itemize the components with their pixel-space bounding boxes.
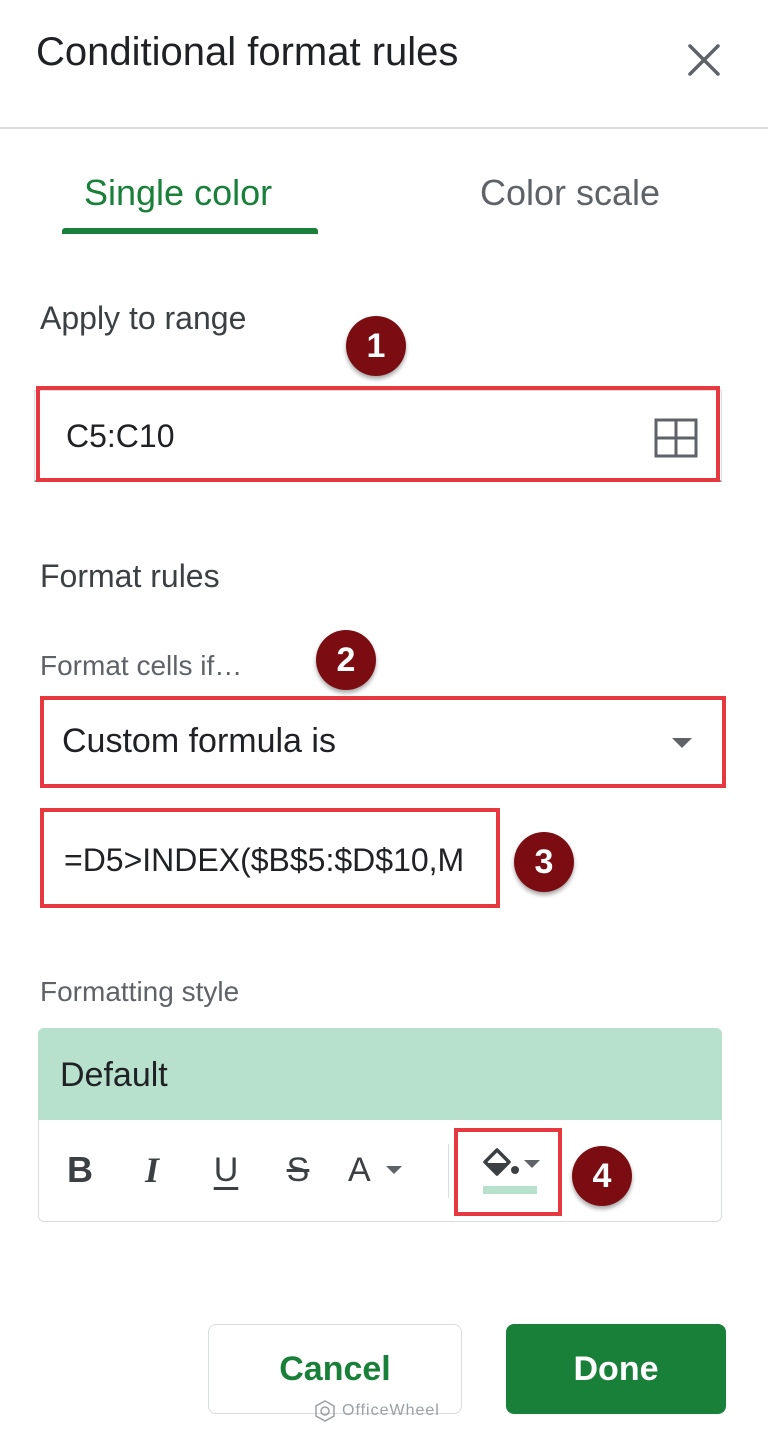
close-icon: [688, 44, 720, 76]
highlight-box-4: [454, 1128, 562, 1216]
header-divider: [0, 127, 768, 129]
chevron-down-icon: [385, 1166, 402, 1174]
text-color-button[interactable]: A: [348, 1140, 430, 1200]
officewheel-logo-icon: [315, 1400, 335, 1422]
dialog-title: Conditional format rules: [36, 30, 459, 74]
underline-icon: U: [213, 1150, 239, 1189]
annotation-badge-1: 1: [346, 316, 406, 376]
active-tab-indicator: [62, 228, 318, 234]
bold-icon: B: [67, 1149, 93, 1190]
text-color-icon: A: [348, 1150, 371, 1189]
watermark-text: OfficeWheel: [342, 1402, 440, 1419]
bold-button[interactable]: B: [56, 1140, 104, 1200]
toolbar-divider: [448, 1144, 449, 1198]
strikethrough-icon: S: [286, 1150, 310, 1189]
apply-range-label: Apply to range: [40, 300, 247, 336]
highlight-box-3: [40, 808, 500, 908]
underline-button[interactable]: U: [202, 1140, 250, 1200]
done-button[interactable]: Done: [506, 1324, 726, 1414]
watermark: OfficeWheel: [314, 1400, 440, 1422]
format-cells-if-label: Format cells if…: [40, 650, 243, 681]
italic-icon: I: [144, 1150, 159, 1190]
italic-button[interactable]: I: [128, 1140, 176, 1200]
tab-single-color[interactable]: Single color: [84, 172, 272, 214]
tab-color-scale[interactable]: Color scale: [480, 172, 660, 214]
highlight-box-1: [36, 386, 720, 482]
annotation-badge-2: 2: [316, 630, 376, 690]
highlight-box-2: [40, 696, 726, 788]
format-rules-heading: Format rules: [40, 558, 220, 594]
annotation-badge-4: 4: [572, 1146, 632, 1206]
close-button[interactable]: [676, 32, 732, 88]
strikethrough-button[interactable]: S: [274, 1140, 322, 1200]
style-preview-text[interactable]: Default: [60, 1056, 168, 1095]
annotation-badge-3: 3: [514, 832, 574, 892]
formatting-style-label: Formatting style: [40, 976, 240, 1007]
